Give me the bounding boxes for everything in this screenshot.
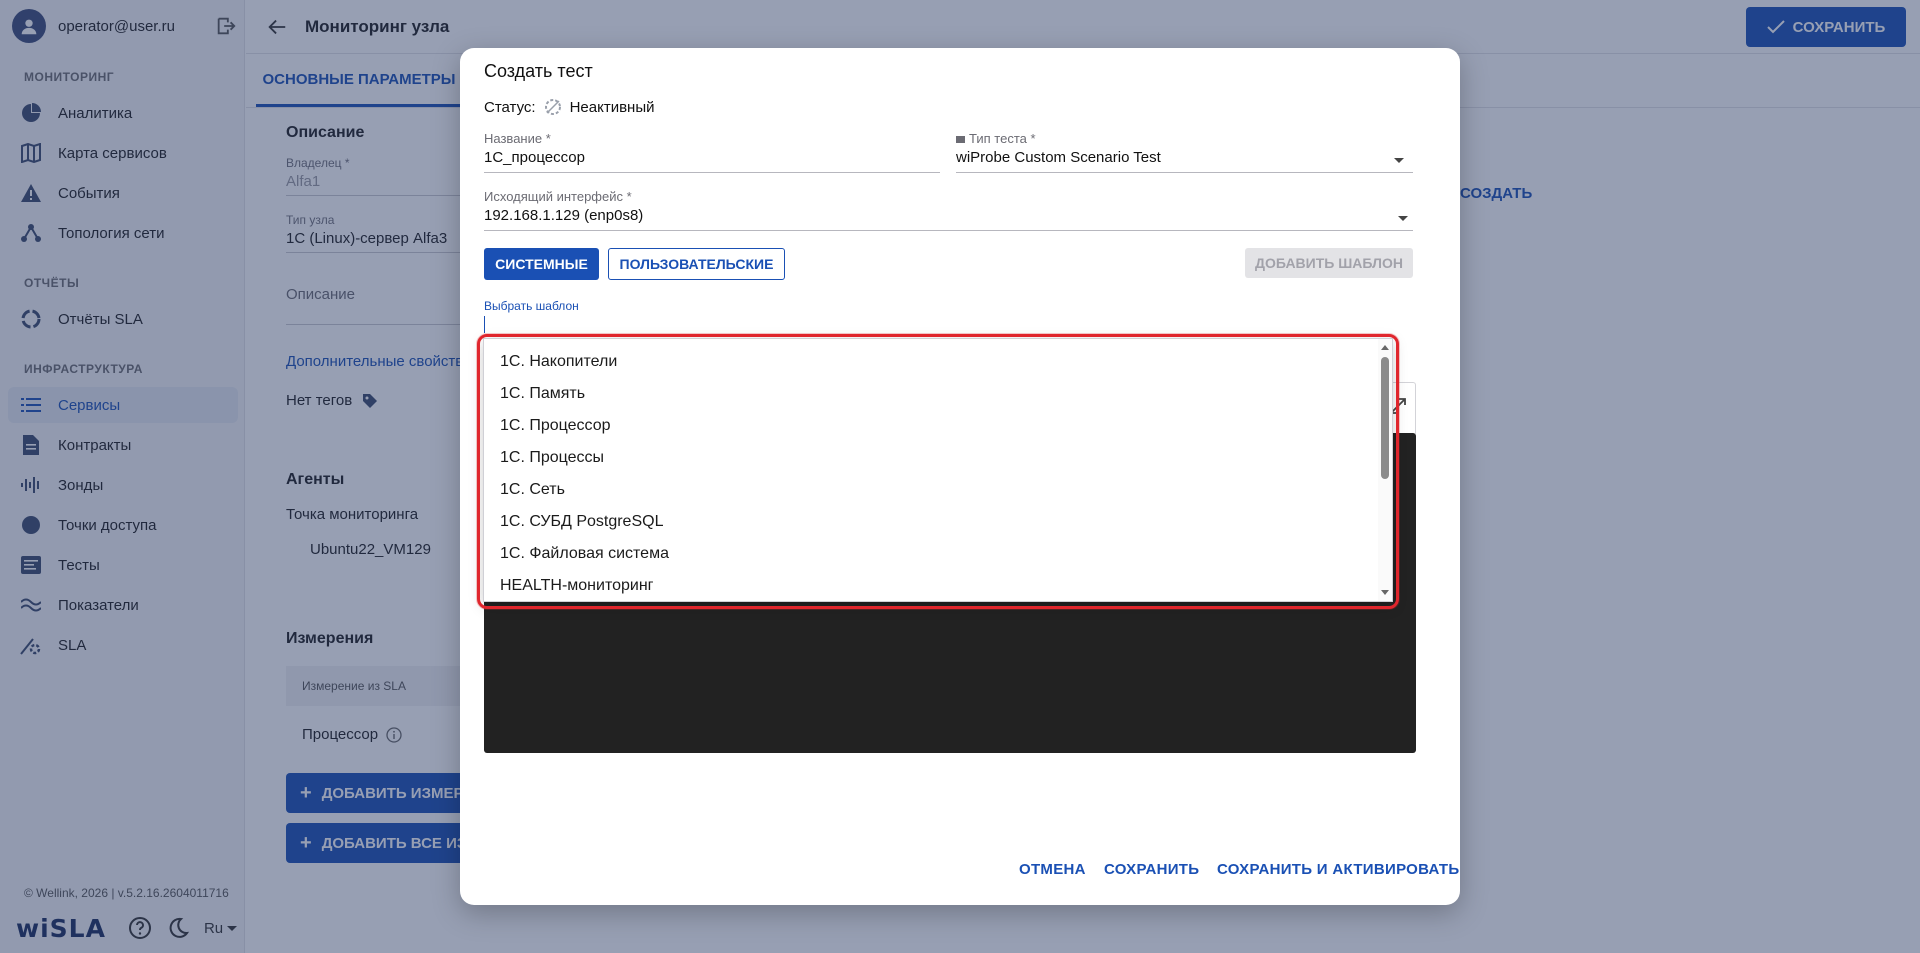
inactive-status-icon: [544, 99, 561, 115]
scroll-up-icon[interactable]: [1381, 345, 1389, 350]
status-label: Статус:: [484, 98, 536, 116]
iface-select[interactable]: 192.168.1.129 (enp0s8): [484, 207, 643, 224]
list-item[interactable]: 1С. Процессор: [500, 417, 611, 435]
iface-underline: [484, 230, 1413, 231]
list-item[interactable]: 1С. Накопители: [500, 353, 617, 371]
dialog-save-button[interactable]: СОХРАНИТЬ: [1104, 861, 1199, 878]
list-item[interactable]: 1С. Сеть: [500, 481, 565, 499]
chevron-down-icon[interactable]: [1398, 216, 1408, 221]
test-type-underline: [956, 172, 1413, 173]
scrollbar-thumb[interactable]: [1381, 357, 1389, 479]
name-field[interactable]: 1С_процессор: [484, 149, 585, 166]
lock-icon: [956, 136, 965, 143]
list-item[interactable]: 1С. Процессы: [500, 449, 604, 467]
name-underline: [484, 172, 940, 173]
iface-label: Исходящий интерфейс *: [484, 189, 632, 204]
status-row: Статус: Неактивный: [484, 98, 655, 116]
dialog-title: Создать тест: [484, 61, 593, 81]
list-item[interactable]: 1С. Память: [500, 385, 585, 403]
status-value: Неактивный: [569, 98, 655, 116]
list-item[interactable]: 1С. СУБД PostgreSQL: [500, 513, 663, 531]
chevron-down-icon[interactable]: [1394, 158, 1404, 163]
save-and-activate-button[interactable]: СОХРАНИТЬ И АКТИВИРОВАТЬ: [1217, 861, 1459, 878]
user-templates-button[interactable]: ПОЛЬЗОВАТЕЛЬСКИЕ: [608, 248, 785, 280]
scroll-down-icon[interactable]: [1381, 590, 1389, 595]
list-item[interactable]: HEALTH-мониторинг: [500, 577, 654, 595]
name-label: Название *: [484, 131, 551, 146]
template-dropdown-list: 1С. Накопители 1С. Память 1С. Процессор …: [483, 338, 1393, 602]
text-cursor[interactable]: [484, 316, 485, 333]
pick-template-label: Выбрать шаблон: [484, 299, 579, 313]
test-type-label: Тип теста *: [969, 131, 1036, 146]
cancel-button[interactable]: ОТМЕНА: [1019, 861, 1086, 878]
system-templates-button[interactable]: СИСТЕМНЫЕ: [484, 248, 599, 280]
test-type-select[interactable]: wiProbe Custom Scenario Test: [956, 149, 1161, 166]
test-type-label-row: Тип теста *: [956, 131, 1036, 146]
add-template-button[interactable]: ДОБАВИТЬ ШАБЛОН: [1245, 248, 1413, 278]
dropdown-scrollbar[interactable]: [1378, 339, 1392, 601]
list-item[interactable]: 1С. Файловая система: [500, 545, 669, 563]
